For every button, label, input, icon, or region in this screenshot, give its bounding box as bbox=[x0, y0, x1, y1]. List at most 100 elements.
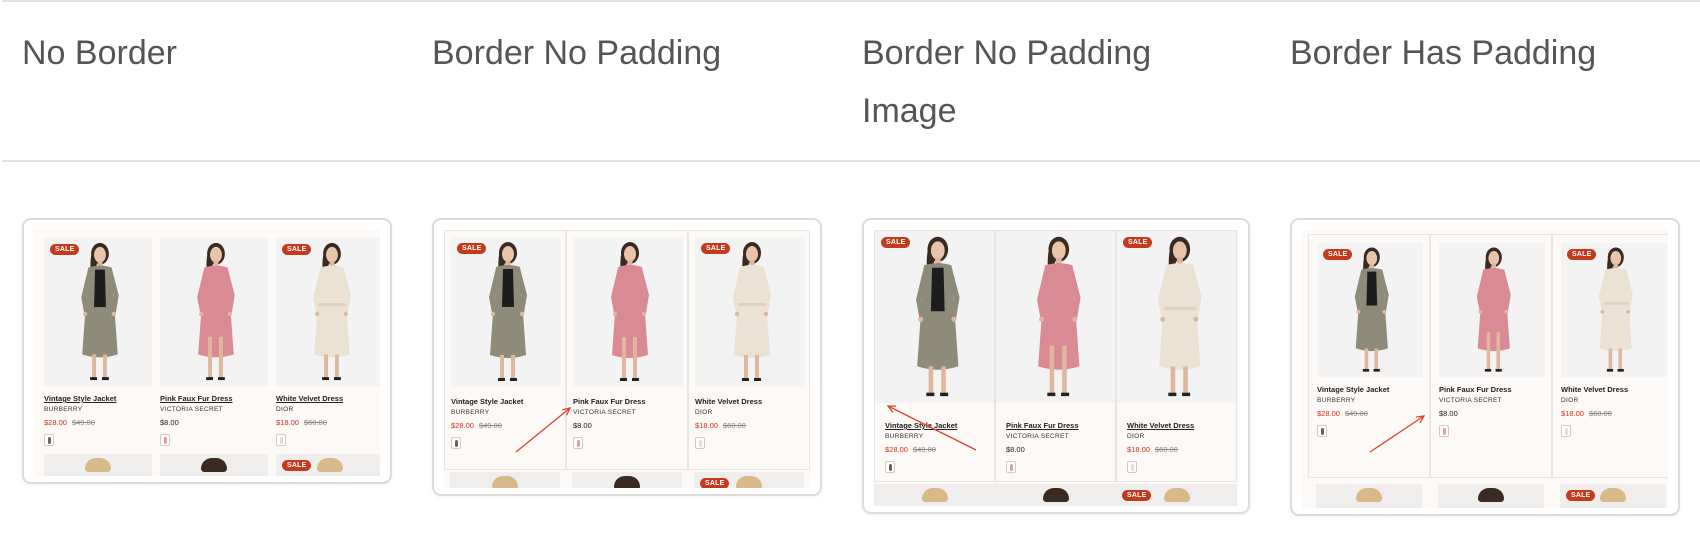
swatch-color bbox=[455, 440, 458, 447]
product-image[interactable] bbox=[160, 238, 268, 386]
sale-badge: SALE bbox=[700, 478, 730, 488]
preview-card-border-no-padding-image[interactable]: SALE Vintage Style Jacket BURBERRY $28.00 $4… bbox=[862, 218, 1250, 514]
product-card[interactable]: SALE White Velvet Dress DIOR $18.00 $60.00 bbox=[272, 234, 380, 446]
swatch-color bbox=[1010, 464, 1013, 471]
product-card[interactable]: SALE Vintage Style Jacket BURBERRY $28.00 $4… bbox=[40, 234, 156, 446]
sale-badge: SALE bbox=[701, 243, 731, 254]
product-name-link[interactable]: Pink Faux Fur Dress bbox=[1006, 421, 1079, 430]
product-price: $18.00 $60.00 bbox=[276, 418, 327, 427]
sale-badge: SALE bbox=[282, 460, 312, 471]
top-divider bbox=[2, 0, 1700, 2]
product-image[interactable]: SALE bbox=[695, 237, 805, 387]
product-image[interactable] bbox=[573, 237, 683, 387]
color-swatch[interactable] bbox=[885, 461, 895, 473]
product-image[interactable]: SALE bbox=[1317, 243, 1423, 377]
product-name-link[interactable]: White Velvet Dress bbox=[695, 397, 762, 406]
next-row-image: SALE bbox=[1560, 484, 1666, 508]
product-price: $28.00 $49.00 bbox=[1317, 409, 1368, 418]
sale-badge: SALE bbox=[881, 237, 911, 248]
color-swatch[interactable] bbox=[160, 434, 170, 446]
product-brand: BURBERRY bbox=[1317, 397, 1356, 404]
product-name-link[interactable]: Vintage Style Jacket bbox=[1317, 385, 1389, 394]
swatch-color bbox=[1443, 428, 1446, 435]
product-price: $8.00 bbox=[160, 418, 179, 427]
product-image[interactable]: SALE bbox=[1117, 231, 1236, 403]
color-swatch[interactable] bbox=[276, 434, 286, 446]
color-swatch[interactable] bbox=[1439, 425, 1449, 437]
next-row-image bbox=[874, 484, 995, 506]
color-swatch[interactable] bbox=[1127, 461, 1137, 473]
product-name-link[interactable]: Pink Faux Fur Dress bbox=[160, 394, 233, 403]
model-photo-figure bbox=[1037, 236, 1081, 397]
sale-badge: SALE bbox=[50, 244, 80, 255]
color-swatch[interactable] bbox=[1006, 461, 1016, 473]
product-brand: BURBERRY bbox=[44, 406, 83, 413]
color-swatch[interactable] bbox=[1561, 425, 1571, 437]
product-name-link[interactable]: White Velvet Dress bbox=[276, 394, 343, 403]
product-name-link[interactable]: White Velvet Dress bbox=[1127, 421, 1194, 430]
next-row-image bbox=[1438, 484, 1544, 508]
product-card[interactable]: SALE Vintage Style Jacket BURBERRY $28.00 $4… bbox=[1308, 234, 1430, 478]
sale-badge: SALE bbox=[1123, 237, 1153, 248]
next-row-hair bbox=[1600, 488, 1626, 502]
color-swatch[interactable] bbox=[1317, 425, 1327, 437]
product-grid: SALE Vintage Style Jacket BURBERRY $28.00 $4… bbox=[34, 230, 380, 476]
product-card[interactable]: Pink Faux Fur Dress VICTORIA SECRET $8.00 bbox=[1430, 234, 1552, 478]
product-image[interactable] bbox=[1439, 243, 1545, 377]
product-name-link[interactable]: Vintage Style Jacket bbox=[451, 397, 523, 406]
product-name-link[interactable]: Pink Faux Fur Dress bbox=[573, 397, 646, 406]
product-card[interactable]: SALE White Velvet Dress DIOR $18.00 $60.00 bbox=[1116, 230, 1237, 482]
product-name-link[interactable]: Vintage Style Jacket bbox=[44, 394, 116, 403]
product-image[interactable]: SALE bbox=[44, 238, 152, 386]
current-price: $28.00 bbox=[1317, 409, 1340, 418]
color-swatch[interactable] bbox=[451, 437, 461, 449]
product-brand: VICTORIA SECRET bbox=[1006, 433, 1069, 440]
product-grid: SALE Vintage Style Jacket BURBERRY $28.00 $4… bbox=[874, 230, 1238, 506]
product-brand: BURBERRY bbox=[451, 409, 490, 416]
product-card[interactable]: Pink Faux Fur Dress VICTORIA SECRET $8.00 bbox=[156, 234, 272, 446]
swatch-color bbox=[577, 440, 580, 447]
product-card[interactable]: Pink Faux Fur Dress VICTORIA SECRET $8.00 bbox=[995, 230, 1116, 482]
current-price: $8.00 bbox=[1006, 445, 1025, 454]
model-photo-figure bbox=[81, 242, 119, 381]
product-image[interactable]: SALE bbox=[451, 237, 561, 387]
product-card[interactable]: SALE Vintage Style Jacket BURBERRY $28.00 $4… bbox=[874, 230, 995, 482]
product-image[interactable] bbox=[996, 231, 1115, 403]
product-brand: DIOR bbox=[1561, 397, 1579, 404]
product-card[interactable]: SALE White Velvet Dress DIOR $18.00 $60.00 bbox=[688, 230, 810, 470]
product-card[interactable]: Pink Faux Fur Dress VICTORIA SECRET $8.00 bbox=[566, 230, 688, 470]
next-row-image bbox=[995, 484, 1116, 506]
product-image[interactable]: SALE bbox=[875, 231, 994, 403]
original-price: $49.00 bbox=[1344, 409, 1368, 418]
next-row-hair bbox=[317, 458, 343, 472]
model-photo-figure bbox=[197, 242, 235, 381]
product-brand: VICTORIA SECRET bbox=[1439, 397, 1502, 404]
header-divider bbox=[2, 160, 1700, 162]
color-swatch[interactable] bbox=[573, 437, 583, 449]
current-price: $8.00 bbox=[160, 418, 179, 427]
product-price: $8.00 bbox=[1006, 445, 1025, 454]
product-card[interactable]: SALE Vintage Style Jacket BURBERRY $28.00 $4… bbox=[444, 230, 566, 470]
preview-card-border-has-padding[interactable]: SALE Vintage Style Jacket BURBERRY $28.00 $4… bbox=[1290, 218, 1680, 516]
next-row-hair bbox=[492, 476, 518, 488]
model-photo-figure bbox=[1476, 247, 1511, 372]
next-row-hair bbox=[1042, 488, 1069, 502]
preview-card-no-border[interactable]: SALE Vintage Style Jacket BURBERRY $28.00 $4… bbox=[22, 218, 392, 484]
product-name-link[interactable]: Vintage Style Jacket bbox=[885, 421, 957, 430]
swatch-color bbox=[699, 440, 702, 447]
original-price: $49.00 bbox=[478, 421, 502, 430]
product-name-link[interactable]: Pink Faux Fur Dress bbox=[1439, 385, 1512, 394]
next-row-hair bbox=[1478, 488, 1504, 502]
sale-badge: SALE bbox=[282, 244, 312, 255]
product-price: $28.00 $49.00 bbox=[885, 445, 936, 454]
product-card[interactable]: SALE White Velvet Dress DIOR $18.00 $60.00 bbox=[1552, 234, 1668, 478]
product-image[interactable]: SALE bbox=[276, 238, 380, 386]
product-price: $28.00 $49.00 bbox=[44, 418, 95, 427]
sale-badge: SALE bbox=[457, 243, 487, 254]
current-price: $28.00 bbox=[44, 418, 67, 427]
product-name-link[interactable]: White Velvet Dress bbox=[1561, 385, 1628, 394]
color-swatch[interactable] bbox=[695, 437, 705, 449]
product-image[interactable]: SALE bbox=[1561, 243, 1667, 377]
preview-card-border-no-padding[interactable]: SALE Vintage Style Jacket BURBERRY $28.00 $4… bbox=[432, 218, 822, 496]
color-swatch[interactable] bbox=[44, 434, 54, 446]
